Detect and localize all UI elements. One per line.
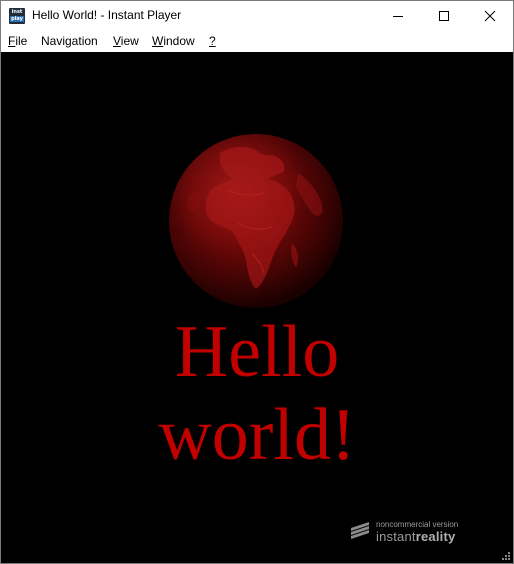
menu-navigation[interactable]: Navigation (41, 34, 98, 48)
3d-viewport[interactable]: Hello world! noncommercial version insta… (1, 52, 513, 563)
menu-view[interactable]: View (113, 34, 139, 48)
hello-text: Hello (174, 311, 340, 393)
minimize-button[interactable] (375, 1, 421, 31)
maximize-button[interactable] (421, 1, 467, 31)
menu-help-mnemonic: ? (209, 34, 216, 48)
menu-window-label: indow (163, 34, 195, 48)
instantreality-logo-icon (351, 522, 369, 539)
minimize-icon (393, 16, 403, 17)
watermark-brand-light: instant (376, 529, 416, 544)
globe-image (169, 134, 343, 308)
close-button[interactable] (467, 1, 513, 31)
watermark-brand-bold: reality (415, 529, 456, 544)
app-icon-text-top: inst (11, 9, 23, 15)
app-window: inst play Hello World! - Instant Player … (0, 0, 514, 564)
maximize-icon (439, 11, 449, 21)
resize-grip-icon[interactable] (501, 551, 511, 561)
menu-navigation-label: Navigation (41, 34, 98, 48)
title-bar[interactable]: inst play Hello World! - Instant Player (1, 1, 513, 31)
app-icon[interactable]: inst play (9, 8, 25, 24)
app-icon-text-bottom: play (10, 16, 24, 22)
menu-file-label: ile (15, 34, 28, 48)
menu-help[interactable]: ? (209, 34, 216, 48)
instantreality-watermark: noncommercial version instantreality (351, 518, 491, 544)
menu-view-mnemonic: V (113, 34, 121, 48)
menu-window[interactable]: Window (152, 34, 195, 48)
menu-window-mnemonic: W (152, 34, 164, 48)
window-title: Hello World! - Instant Player (32, 8, 182, 22)
close-icon (484, 10, 496, 22)
menu-bar: File Navigation View Window ? (1, 31, 513, 51)
world-text: world! (158, 394, 356, 476)
watermark-version-text: noncommercial version (376, 520, 459, 529)
menu-view-label: iew (120, 34, 139, 48)
menu-file[interactable]: File (8, 34, 27, 48)
watermark-brand-text: instantreality (376, 529, 455, 544)
